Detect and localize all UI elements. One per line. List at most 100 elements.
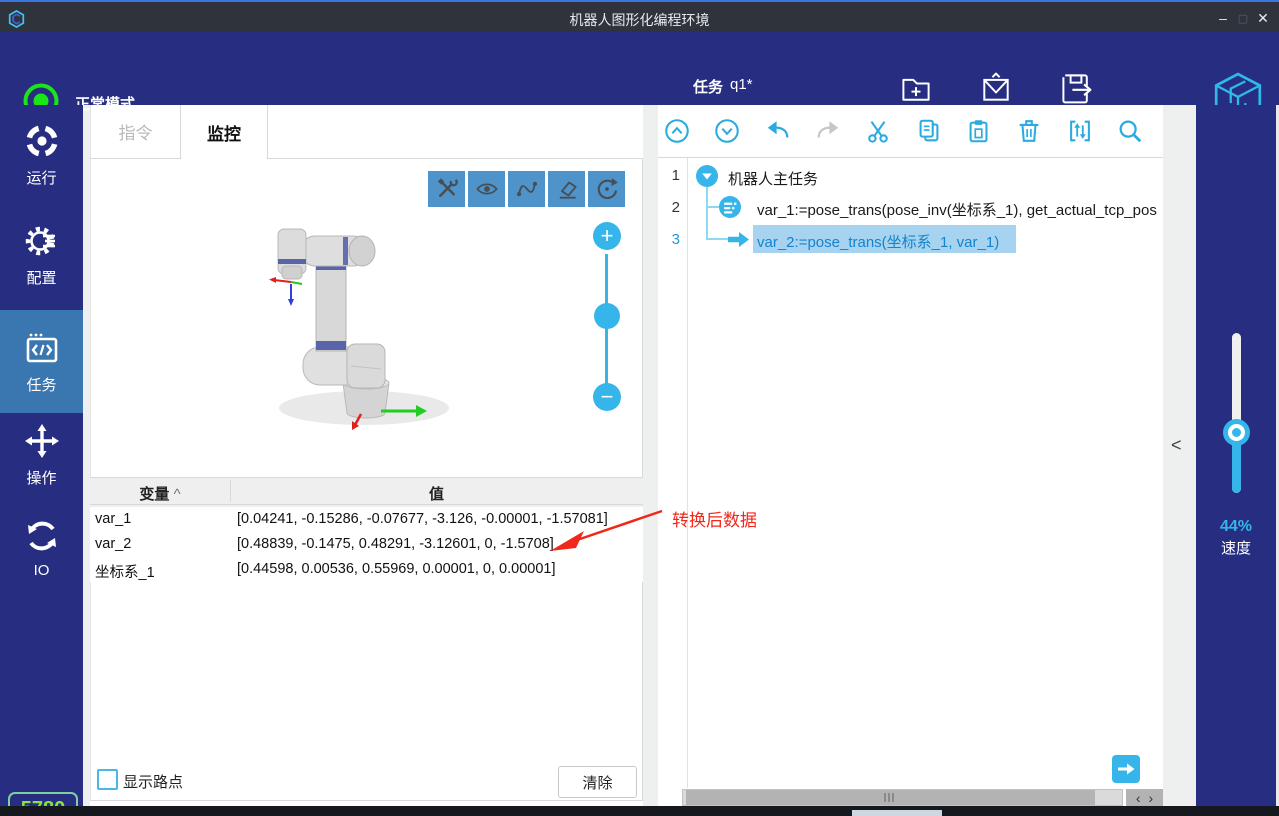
assign-node-icon[interactable]: [719, 196, 741, 218]
panel-divider: <: [1163, 105, 1196, 816]
zoom-in-label: +: [601, 225, 614, 247]
column-header-value[interactable]: 值: [230, 483, 643, 504]
tab-instruction[interactable]: 指令: [90, 105, 180, 159]
program-toolbar: [658, 105, 1163, 158]
titlebar: 机器人图形化编程环境 – ▢ ✕: [0, 0, 1279, 32]
eraser-icon: [554, 177, 580, 201]
viewport-eraser-button[interactable]: [548, 171, 585, 207]
thumb-grip: [892, 793, 894, 802]
maximize-button[interactable]: ▢: [1232, 8, 1254, 28]
taskbar-peek: [852, 810, 942, 816]
left-sidebar: 运行 配置: [0, 105, 83, 816]
task-root-node-icon[interactable]: [696, 165, 718, 187]
sidebar-item-run[interactable]: 运行: [0, 123, 83, 219]
variable-name: var_2: [95, 536, 131, 552]
move-arrows-icon: [0, 423, 83, 459]
scroll-right-button[interactable]: ›: [1149, 790, 1154, 806]
expand-all-button[interactable]: [710, 114, 744, 148]
window-bottom-edge: [0, 806, 1279, 816]
line-number: 2: [655, 199, 680, 216]
sidebar-item-label: IO: [0, 562, 83, 579]
table-row: 坐标系_1 [0.44598, 0.00536, 0.55969, 0.0000…: [90, 557, 643, 582]
next-arrow-icon: [1116, 762, 1136, 776]
sidebar-item-task[interactable]: 任务: [0, 310, 83, 413]
sidebar-item-label: 操作: [0, 467, 83, 488]
close-button[interactable]: ✕: [1252, 8, 1274, 28]
tree-connector: [706, 187, 708, 240]
variable-value: [0.04241, -0.15286, -0.07677, -3.126, -0…: [237, 511, 608, 527]
search-button[interactable]: [1113, 114, 1147, 148]
h-scrollbar-thumb[interactable]: [686, 790, 1095, 805]
viewport-rotate-button[interactable]: [588, 171, 625, 207]
tree-connector: [706, 238, 728, 240]
show-waypoints-checkbox[interactable]: [97, 769, 118, 790]
program-line-3[interactable]: var_2:=pose_trans(坐标系_1, var_1): [757, 231, 999, 252]
sidebar-item-config[interactable]: 配置: [0, 223, 83, 319]
next-step-button[interactable]: [1112, 755, 1140, 783]
viewport-path-button[interactable]: [508, 171, 545, 207]
undo-button[interactable]: [761, 114, 795, 148]
line-number: 1: [655, 167, 680, 184]
copy-button[interactable]: [912, 114, 946, 148]
redo-button[interactable]: [811, 114, 845, 148]
header: 正常模式 任务 q1* 配置 default 新建: [0, 32, 1279, 105]
table-row: var_1 [0.04241, -0.15286, -0.07677, -3.1…: [90, 507, 643, 532]
gear-icon: [0, 223, 83, 259]
sidebar-item-io[interactable]: IO: [0, 510, 83, 606]
column-header-variable[interactable]: 变量 ^: [90, 483, 230, 504]
delete-button[interactable]: [1012, 114, 1046, 148]
new-folder-icon: [881, 70, 951, 106]
sidebar-item-label: 任务: [0, 374, 83, 395]
h-scrollbar-buttons: ‹ ›: [1126, 789, 1163, 806]
zoom-out-label: −: [601, 386, 614, 408]
move-node-icon[interactable]: [727, 230, 750, 249]
save-icon: [1041, 70, 1111, 106]
show-waypoints-label: 显示路点: [123, 771, 183, 792]
speed-label: 速度: [1196, 537, 1276, 558]
zoom-in-button[interactable]: +: [593, 222, 621, 250]
thumb-grip: [884, 793, 886, 802]
variable-value: [0.48839, -0.1475, 0.48291, -3.12601, 0,…: [237, 536, 554, 552]
minimize-button[interactable]: –: [1212, 8, 1234, 28]
swap-button[interactable]: [1063, 114, 1097, 148]
zoom-slider-handle[interactable]: [594, 303, 620, 329]
task-value: q1*: [730, 76, 753, 93]
rotate-icon: [594, 176, 620, 202]
program-line-2[interactable]: var_1:=pose_trans(pose_inv(坐标系_1), get_a…: [757, 199, 1161, 220]
variable-table-header: 变量 ^ 值: [90, 477, 643, 505]
tab-monitor[interactable]: 监控: [180, 105, 268, 159]
thumb-grip: [888, 793, 890, 802]
app-window: 机器人图形化编程环境 – ▢ ✕ 正常模式 任务 q1* 配置 default: [0, 0, 1279, 816]
collapse-panel-handle[interactable]: <: [1171, 435, 1182, 456]
cut-button[interactable]: [861, 114, 895, 148]
viewport-3d: + −: [90, 159, 643, 477]
variable-value: [0.44598, 0.00536, 0.55969, 0.00001, 0, …: [237, 561, 555, 577]
task-label: 任务: [693, 76, 723, 97]
open-file-icon: [961, 70, 1031, 106]
line-number: 3: [655, 231, 680, 248]
io-cycle-icon: [0, 518, 83, 554]
clear-button[interactable]: 清除: [558, 766, 637, 798]
sidebar-item-operate[interactable]: 操作: [0, 413, 83, 509]
table-row: var_2 [0.48839, -0.1475, 0.48291, -3.126…: [90, 532, 643, 557]
sidebar-item-label: 配置: [0, 267, 83, 288]
collapse-all-button[interactable]: [660, 114, 694, 148]
speed-slider-handle[interactable]: [1223, 419, 1250, 446]
line-number-divider: [687, 158, 688, 788]
zoom-out-button[interactable]: −: [593, 383, 621, 411]
annotation-label: 转换后数据: [672, 506, 757, 531]
tree-connector: [706, 206, 719, 208]
paste-button[interactable]: [962, 114, 996, 148]
speed-value: 44%: [1196, 518, 1276, 536]
variable-name: 坐标系_1: [95, 561, 155, 582]
window-title: 机器人图形化编程环境: [0, 10, 1279, 30]
sort-asc-icon: ^: [174, 486, 181, 503]
right-sidebar: 本地控制 1 单次 44% 速度: [1196, 105, 1276, 816]
variable-name: var_1: [95, 511, 131, 527]
path-icon: [514, 177, 540, 201]
sidebar-item-label: 运行: [0, 167, 83, 188]
robot-arm-image: [231, 189, 481, 434]
scroll-left-button[interactable]: ‹: [1136, 790, 1141, 806]
task-code-icon: [0, 332, 83, 366]
program-line-1[interactable]: 机器人主任务: [728, 168, 818, 189]
